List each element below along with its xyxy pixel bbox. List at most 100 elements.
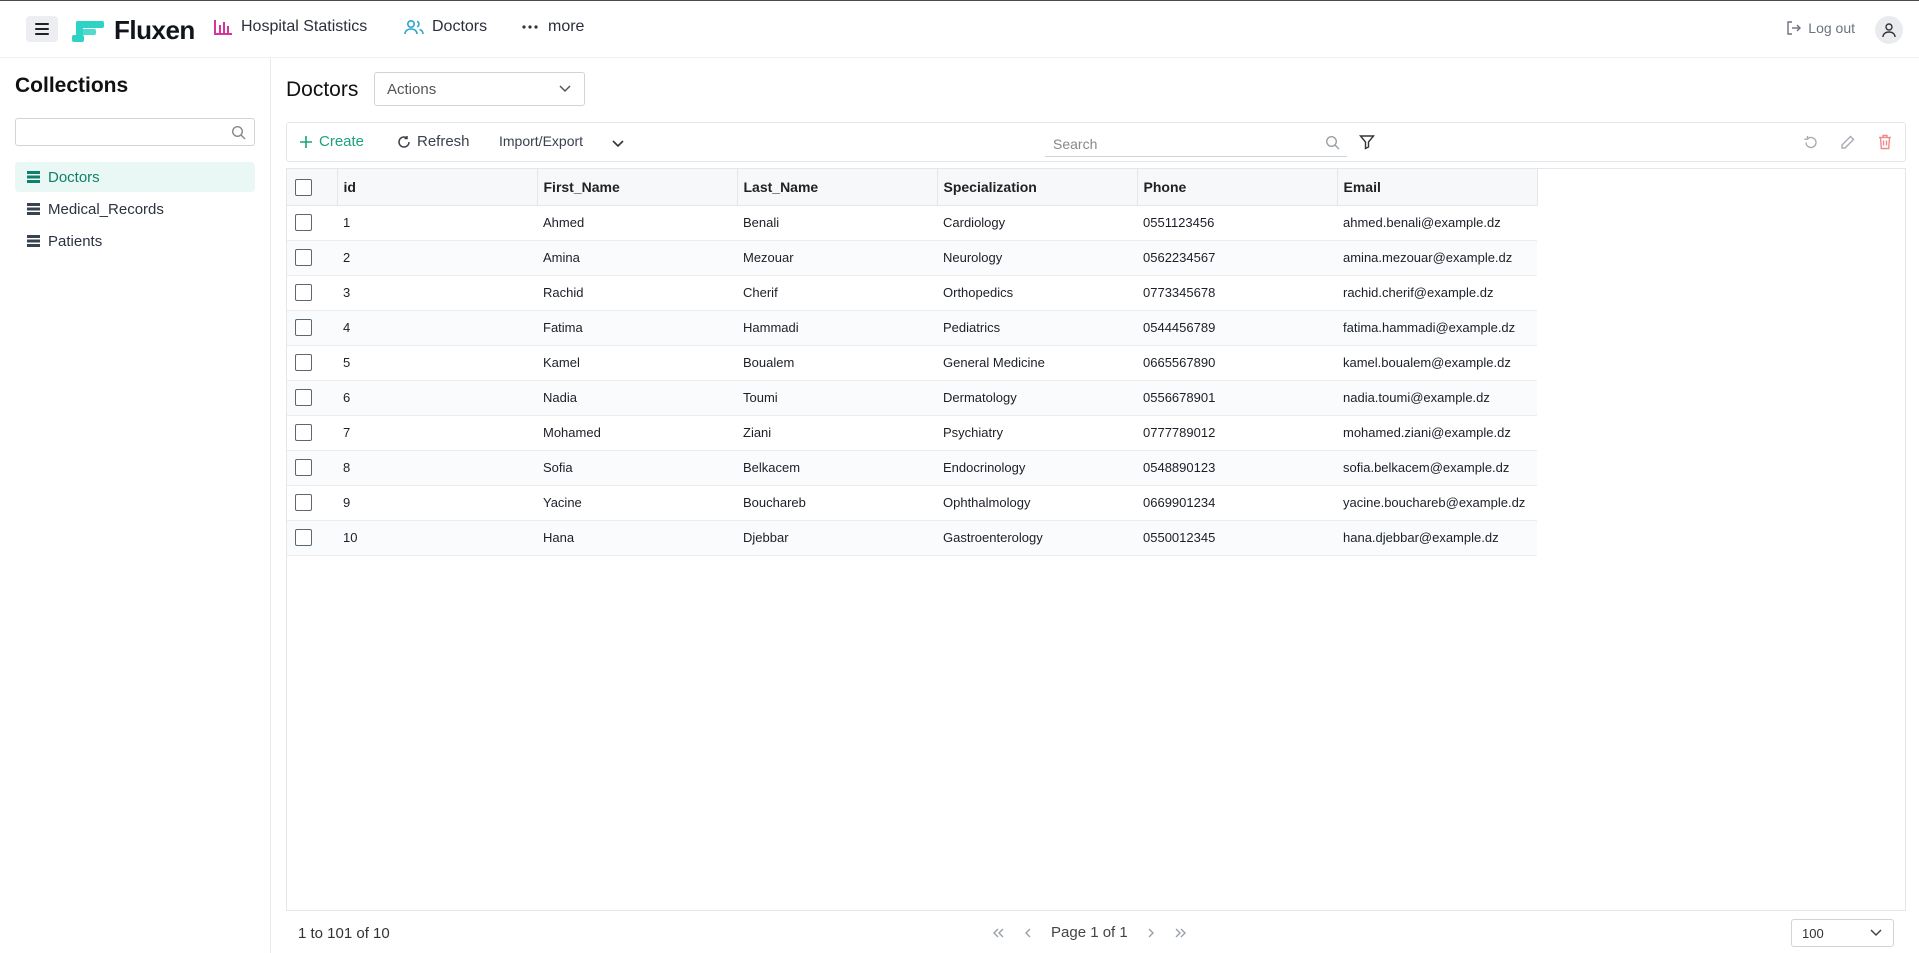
cell-first-name[interactable]: Sofia [537, 450, 737, 486]
edit-button[interactable] [1840, 135, 1855, 155]
cell-id[interactable]: 3 [337, 275, 537, 311]
cell-last-name[interactable]: Bouchareb [737, 485, 937, 521]
cell-id[interactable]: 4 [337, 310, 537, 346]
cell-specialization[interactable]: Endocrinology [937, 450, 1137, 486]
cell-email[interactable]: nadia.toumi@example.dz [1337, 380, 1537, 416]
cell-id[interactable]: 8 [337, 450, 537, 486]
cell-id[interactable]: 7 [337, 415, 537, 451]
actions-dropdown[interactable]: Actions [374, 72, 585, 106]
page-size-select[interactable]: 100 [1791, 919, 1894, 947]
create-button[interactable]: Create [299, 133, 364, 150]
cell-phone[interactable]: 0773345678 [1137, 275, 1337, 311]
cell-first-name[interactable]: Hana [537, 520, 737, 556]
cell-email[interactable]: hana.djebbar@example.dz [1337, 520, 1537, 556]
row-checkbox[interactable] [295, 494, 312, 512]
cell-email[interactable]: yacine.bouchareb@example.dz [1337, 485, 1537, 521]
cell-id[interactable]: 2 [337, 240, 537, 276]
cell-phone[interactable]: 0665567890 [1137, 345, 1337, 381]
cell-phone[interactable]: 0544456789 [1137, 310, 1337, 346]
delete-button[interactable] [1878, 134, 1892, 155]
cell-last-name[interactable]: Boualem [737, 345, 937, 381]
app-logo[interactable]: Fluxen [72, 15, 195, 46]
cell-first-name[interactable]: Fatima [537, 310, 737, 346]
cell-specialization[interactable]: Orthopedics [937, 275, 1137, 311]
row-checkbox[interactable] [295, 214, 312, 232]
cell-first-name[interactable]: Yacine [537, 485, 737, 521]
row-checkbox[interactable] [295, 389, 312, 407]
cell-specialization[interactable]: General Medicine [937, 345, 1137, 381]
cell-first-name[interactable]: Rachid [537, 275, 737, 311]
nav-more[interactable]: more [520, 18, 584, 36]
nav-doctors[interactable]: Doctors [404, 18, 487, 36]
select-all-checkbox[interactable] [295, 178, 312, 196]
cell-last-name[interactable]: Toumi [737, 380, 937, 416]
row-checkbox[interactable] [295, 424, 312, 442]
cell-id[interactable]: 10 [337, 520, 537, 556]
table-row[interactable]: 8 Sofia Belkacem Endocrinology 0548890123 sof… [287, 450, 1543, 486]
cell-email[interactable]: fatima.hammadi@example.dz [1337, 310, 1537, 346]
table-row[interactable]: 5 Kamel Boualem General Medicine 0665567890 k… [287, 345, 1543, 381]
cell-email[interactable]: sofia.belkacem@example.dz [1337, 450, 1537, 486]
cell-id[interactable]: 1 [337, 205, 537, 241]
row-checkbox[interactable] [295, 284, 312, 302]
cell-first-name[interactable]: Mohamed [537, 415, 737, 451]
cell-last-name[interactable]: Cherif [737, 275, 937, 311]
table-row[interactable]: 1 Ahmed Benali Cardiology 0551123456 ahmed.be… [287, 205, 1543, 241]
filter-button[interactable] [1359, 134, 1375, 155]
table-row[interactable]: 6 Nadia Toumi Dermatology 0556678901 nadia.to… [287, 380, 1543, 416]
cell-last-name[interactable]: Hammadi [737, 310, 937, 346]
row-checkbox[interactable] [295, 529, 312, 547]
cell-id[interactable]: 5 [337, 345, 537, 381]
import-export-button[interactable]: Import/Export [499, 133, 583, 149]
cell-specialization[interactable]: Gastroenterology [937, 520, 1137, 556]
cell-specialization[interactable]: Ophthalmology [937, 485, 1137, 521]
cell-phone[interactable]: 0669901234 [1137, 485, 1337, 521]
sidebar-item-doctors[interactable]: Doctors [15, 162, 255, 192]
cell-last-name[interactable]: Belkacem [737, 450, 937, 486]
sidebar-item-medical-records[interactable]: Medical_Records [15, 194, 255, 224]
previous-page-button[interactable] [1023, 927, 1033, 939]
column-header-specialization[interactable]: Specialization [937, 169, 1138, 206]
column-header-phone[interactable]: Phone [1137, 169, 1338, 206]
cell-last-name[interactable]: Mezouar [737, 240, 937, 276]
cell-specialization[interactable]: Psychiatry [937, 415, 1137, 451]
logout-button[interactable]: Log out [1786, 20, 1855, 36]
cell-first-name[interactable]: Kamel [537, 345, 737, 381]
next-page-button[interactable] [1146, 927, 1156, 939]
cell-email[interactable]: ahmed.benali@example.dz [1337, 205, 1537, 241]
row-checkbox[interactable] [295, 319, 312, 337]
cell-phone[interactable]: 0548890123 [1137, 450, 1337, 486]
import-export-dropdown[interactable] [611, 136, 625, 154]
menu-toggle-button[interactable] [26, 16, 58, 42]
cell-specialization[interactable]: Cardiology [937, 205, 1137, 241]
table-row[interactable]: 3 Rachid Cherif Orthopedics 0773345678 rachid… [287, 275, 1543, 311]
column-header-email[interactable]: Email [1337, 169, 1538, 206]
sidebar-search-input[interactable] [15, 118, 255, 146]
sidebar-item-patients[interactable]: Patients [15, 226, 255, 256]
first-page-button[interactable] [991, 927, 1005, 939]
table-row[interactable]: 4 Fatima Hammadi Pediatrics 0544456789 fatima… [287, 310, 1543, 346]
table-row[interactable]: 10 Hana Djebbar Gastroenterology 0550012345 h… [287, 520, 1543, 556]
refresh-button[interactable]: Refresh [397, 133, 470, 150]
cell-email[interactable]: rachid.cherif@example.dz [1337, 275, 1537, 311]
cell-id[interactable]: 6 [337, 380, 537, 416]
cell-phone[interactable]: 0550012345 [1137, 520, 1337, 556]
cell-last-name[interactable]: Ziani [737, 415, 937, 451]
undo-button[interactable] [1803, 135, 1818, 155]
cell-phone[interactable]: 0556678901 [1137, 380, 1337, 416]
cell-first-name[interactable]: Nadia [537, 380, 737, 416]
cell-last-name[interactable]: Djebbar [737, 520, 937, 556]
last-page-button[interactable] [1174, 927, 1188, 939]
row-checkbox[interactable] [295, 249, 312, 267]
cell-last-name[interactable]: Benali [737, 205, 937, 241]
row-checkbox[interactable] [295, 459, 312, 477]
table-row[interactable]: 7 Mohamed Ziani Psychiatry 0777789012 mohamed… [287, 415, 1543, 451]
user-avatar-button[interactable] [1875, 16, 1903, 44]
nav-hospital-statistics[interactable]: Hospital Statistics [213, 18, 367, 36]
cell-phone[interactable]: 0562234567 [1137, 240, 1337, 276]
cell-id[interactable]: 9 [337, 485, 537, 521]
column-header-last-name[interactable]: Last_Name [737, 169, 938, 206]
cell-email[interactable]: mohamed.ziani@example.dz [1337, 415, 1537, 451]
cell-specialization[interactable]: Dermatology [937, 380, 1137, 416]
cell-phone[interactable]: 0551123456 [1137, 205, 1337, 241]
